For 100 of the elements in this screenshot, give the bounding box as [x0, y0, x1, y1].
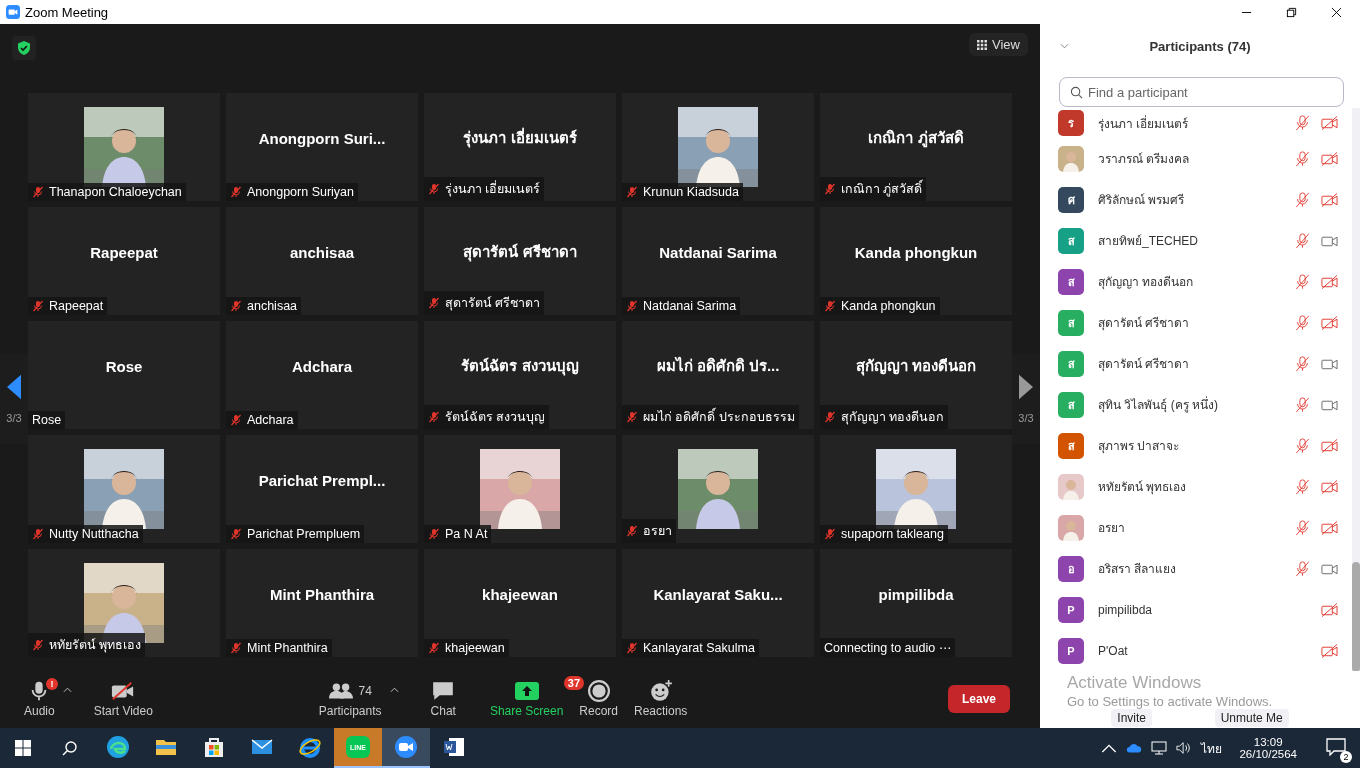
windows-start-icon[interactable] — [15, 740, 31, 756]
participant-item[interactable]: P pimpilibda — [1040, 589, 1350, 630]
avatar: P — [1058, 637, 1084, 664]
name-label: Kanda phongkun — [820, 297, 940, 315]
participant-name: สุดารัตน์ ศรีชาดา — [1098, 356, 1190, 373]
name-label: Natdanai Sarima — [622, 297, 741, 315]
participant-item[interactable]: ส สุทิน วิไลพันธุ์ (ครู หนึ่ง) — [1040, 384, 1350, 425]
participant-name: ศิริลักษณ์ พรมศรี — [1098, 192, 1185, 209]
notification-count: 2 — [1340, 750, 1352, 763]
participant-name: pimpilibda — [878, 585, 954, 603]
participant-item[interactable]: อรยา — [1040, 507, 1350, 548]
unmute-me-button[interactable]: Unmute Me — [1214, 709, 1289, 727]
name-label: Rose — [28, 411, 66, 429]
wave-icon — [106, 735, 130, 759]
participant-item[interactable]: ส สุดารัตน์ ศรีชาดา — [1040, 343, 1350, 384]
name-label: รัตน์ฉัตร สงวนบุญ — [424, 405, 550, 429]
chat-bubble-icon — [431, 680, 456, 702]
participant-name: Kanlayarat Saku... — [653, 585, 783, 603]
participant-item[interactable]: ส สุกัญญา ทองดีนอก — [1040, 261, 1350, 302]
camera-app-icon — [6, 5, 20, 19]
start-video-button[interactable]: Start Video — [85, 680, 161, 718]
volume-icon[interactable] — [1176, 741, 1193, 755]
name-label: Parichat Prempluem — [226, 525, 365, 543]
participant-item[interactable]: ส สุดารัตน์ ศรีชาดา — [1040, 302, 1350, 343]
participant-name: Rapeepat — [90, 243, 158, 261]
clock-time[interactable]: 13:09 — [1253, 736, 1283, 748]
participant-item[interactable]: อ อริสรา สีลาแยง — [1040, 548, 1350, 589]
taskbar-app[interactable] — [382, 728, 430, 768]
previous-page-arrow[interactable] — [7, 374, 21, 400]
shield-icon[interactable] — [12, 36, 36, 60]
smiley-icon — [648, 680, 673, 702]
activation-message: Go to Settings to activate Windows. — [1067, 694, 1273, 710]
chat-button[interactable]: Chat — [422, 680, 464, 718]
caret-icon[interactable] — [62, 687, 72, 693]
participant-name: P'Oat — [1098, 643, 1128, 658]
cloud-icon[interactable] — [1126, 741, 1143, 755]
activation-title: Activate Windows — [1067, 673, 1203, 693]
participant-name: ผมไก่ อดิศักดิ ปร... — [656, 355, 780, 376]
name-label: Mint Phanthira — [226, 639, 332, 657]
participant-item[interactable]: ร รุ่งนภา เอี่ยมเนตร์ — [1040, 108, 1350, 138]
search-field[interactable]: Find a participant — [1059, 77, 1344, 107]
avatar: ส — [1058, 227, 1084, 254]
participant-name: สุภาพร ปาสาจะ — [1098, 438, 1180, 455]
participant-item[interactable]: หทัยรัตน์ พุทธเอง — [1040, 466, 1350, 507]
name-label: anchisaa — [226, 297, 302, 315]
participant-name: สายทิพย์_TECHED — [1098, 233, 1198, 250]
avatar: ส — [1058, 432, 1084, 459]
record-icon — [586, 680, 611, 702]
avatar: ส — [1058, 268, 1084, 295]
name-label: Thanapon Chaloeychan — [28, 183, 186, 201]
name-label: สุกัญญา ทองดีนอก — [820, 405, 949, 429]
name-label: ผมไก่ อดิศักดิ์ ประกอบธรรม — [622, 405, 799, 429]
window-title: Zoom Meeting — [25, 4, 109, 20]
search-icon[interactable] — [62, 740, 78, 756]
scrollbar-thumb[interactable] — [1352, 562, 1360, 671]
participant-item[interactable]: P P'Oat — [1040, 630, 1350, 671]
participant-name: Adchara — [292, 357, 352, 375]
view-button[interactable]: View — [969, 33, 1028, 56]
participant-name: อริสรา สีลาแยง — [1098, 561, 1177, 578]
name-label: Connecting to audio ⋯ — [820, 638, 956, 657]
document-icon — [442, 735, 466, 759]
leave-button[interactable]: Leave — [947, 685, 1010, 713]
participant-name: Parichat Prempl... — [258, 471, 386, 489]
panel-title: Participants (74) — [1149, 38, 1251, 54]
name-label: อรยา — [622, 519, 676, 543]
participant-name: Anongporn Suri... — [258, 129, 386, 147]
participant-name: รุ่งนภา เอี่ยมเนตร์ — [1098, 114, 1189, 133]
notification-icon[interactable] — [1326, 737, 1346, 756]
participant-item[interactable]: ส สุภาพร ปาสาจะ — [1040, 425, 1350, 466]
language-indicator[interactable]: ไทย — [1201, 738, 1223, 758]
participant-name: วราภรณ์ ตรีมงคล — [1098, 151, 1190, 168]
grid-icon — [977, 39, 988, 50]
participant-item[interactable]: ส สายทิพย์_TECHED — [1040, 220, 1350, 261]
invite-button[interactable]: Invite — [1111, 709, 1152, 727]
participant-name: สุทิน วิไลพันธุ์ (ครู หนึ่ง) — [1098, 395, 1218, 414]
next-page-arrow[interactable] — [1019, 374, 1033, 400]
name-label: เกณิกา ภู่สวัสดิ์ — [820, 177, 927, 201]
participant-name: สุดารัตน์ ศรีชาดา — [463, 242, 577, 264]
reactions-button[interactable]: Reactions — [626, 680, 696, 718]
shopping-bag-icon — [202, 735, 226, 759]
avatar: ส — [1058, 309, 1084, 336]
caret-icon[interactable] — [389, 687, 399, 693]
participants-button[interactable]: 74 Participants — [310, 680, 390, 718]
globe-e-icon — [298, 735, 322, 759]
clock-date[interactable]: 26/10/2564 — [1239, 748, 1297, 760]
participant-name: สุกัญญา ทองดีนอก — [855, 356, 977, 378]
participant-name: anchisaa — [289, 243, 355, 261]
maximize-icon[interactable] — [1286, 6, 1297, 18]
close-icon[interactable] — [1331, 6, 1342, 18]
participant-name: khajeewan — [482, 585, 558, 603]
avatar: ศ — [1058, 186, 1084, 213]
participant-name: Mint Phanthira — [269, 585, 375, 603]
page-indicator: 3/3 — [1018, 412, 1034, 424]
participant-name: สุดารัตน์ ศรีชาดา — [1098, 315, 1190, 332]
participant-item[interactable]: ศ ศิริลักษณ์ พรมศรี — [1040, 179, 1350, 220]
page-indicator: 3/3 — [6, 412, 22, 424]
name-label: หทัยรัตน์ พุทธเอง — [28, 633, 146, 657]
participant-item[interactable]: วราภรณ์ ตรีมงคล — [1040, 138, 1350, 179]
name-label: Pa N At — [424, 525, 492, 543]
participant-name: อรยา — [1098, 520, 1125, 537]
